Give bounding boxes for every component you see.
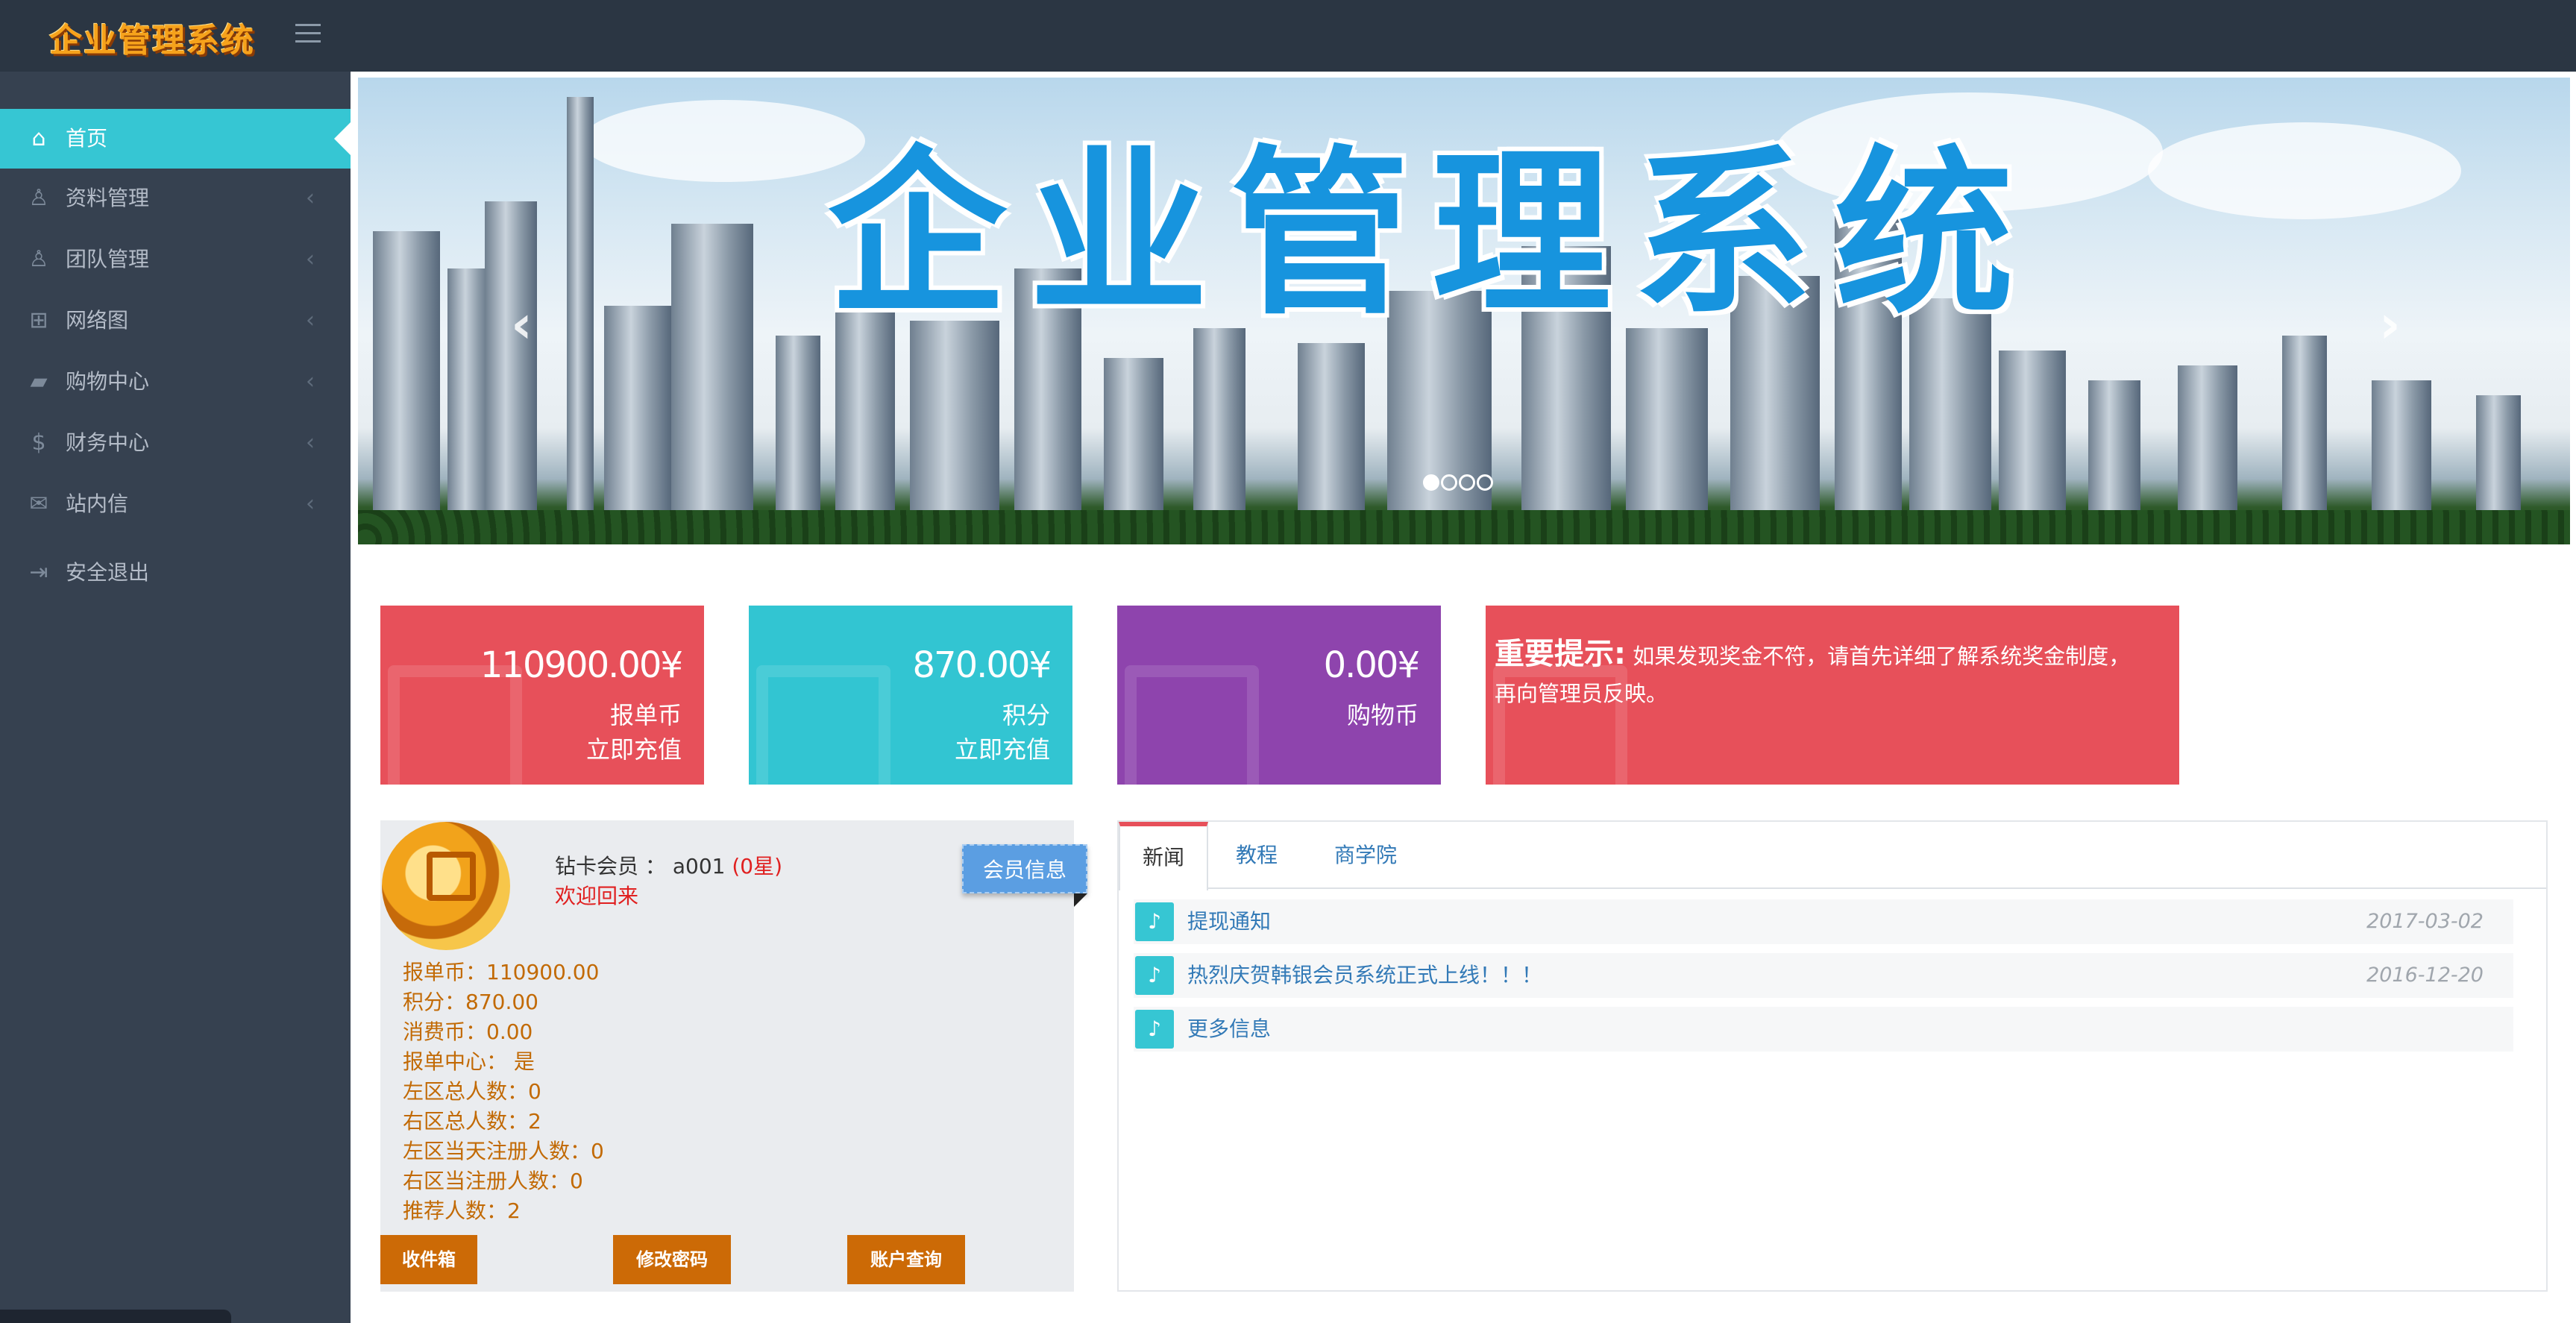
sidebar-item-home[interactable]: ⌂ 首页 [0,109,351,169]
banner-title: 企业管理系统 [827,130,2036,339]
sidebar-item-messages[interactable]: ✉ 站内信 ‹ [0,474,351,534]
carousel-dot[interactable] [1459,474,1475,491]
sidebar-item-label: 财务中心 [66,430,150,455]
change-password-button[interactable]: 修改密码 [613,1235,731,1284]
member-username: a001 [672,854,726,879]
news-tabs: 新闻 教程 商学院 [1119,822,2546,890]
stat-card-shopping-coin[interactable]: 0.00¥ 购物币 [1117,606,1441,785]
account-query-button[interactable]: 账户查询 [847,1235,965,1284]
chevron-left-icon: ‹ [306,491,315,517]
member-stars: (0星) [732,854,783,879]
sidebar-item-label: 站内信 [66,491,129,516]
stat-left-today: 左区当天注册人数：0 [403,1139,604,1163]
users-icon: ♙ [28,246,49,272]
stat-consume-coin: 消费币：0.00 [403,1019,533,1044]
tab-business-school[interactable]: 商学院 [1310,822,1421,889]
news-more-link[interactable]: 更多信息 [1187,1014,1271,1044]
sidebar-item-label: 购物中心 [66,369,150,394]
tab-news[interactable]: 新闻 [1119,822,1208,890]
stat-value: 0.00¥ [1323,644,1420,686]
stat-label: 积分 [1002,701,1050,729]
sidebar-item-label: 安全退出 [66,560,150,585]
chevron-left-icon: ‹ [306,246,315,272]
envelope-icon: ✉ [29,491,48,517]
notice-title: 重要提示: [1495,637,1626,671]
stat-value: 110900.00¥ [480,644,683,686]
carousel-dot[interactable] [1423,474,1439,491]
ribbon-fold [1074,893,1087,907]
sidebar-item-label: 网络图 [66,308,129,333]
member-level: 钻卡会员 [555,854,639,879]
carousel-prev-icon[interactable]: ‹ [511,294,533,355]
avatar [382,822,510,950]
bell-icon: ♪ [1135,902,1174,941]
bell-icon: ♪ [1135,1010,1174,1049]
sidebar-item-team[interactable]: ♙ 团队管理 ‹ [0,230,351,289]
stat-value: 870.00¥ [912,644,1052,686]
stat-order-center: 报单中心： 是 [403,1049,535,1074]
news-title[interactable]: 提现通知 [1187,907,1271,937]
recharge-link[interactable]: 立即充值 [955,731,1050,765]
stat-card-points[interactable]: 870.00¥ 积分 立即充值 [749,606,1072,785]
logout-icon: ⇥ [29,559,48,585]
news-date: 2017-03-02 [2366,910,2484,933]
dollar-icon: $ [31,430,46,456]
sidebar-item-logout[interactable]: ⇥ 安全退出 [0,543,351,603]
sidebar-item-label: 首页 [66,126,108,151]
menu-toggle-icon[interactable] [295,24,321,46]
sidebar-item-profile[interactable]: ♙ 资料管理 ‹ [0,169,351,228]
truck-icon: ▰ [30,368,48,395]
stat-label: 购物币 [1346,701,1419,729]
notice-text-line1: 如果发现奖金不符，请首先详细了解系统奖金制度， [1633,644,2131,669]
app-logo[interactable]: 企业管理系统 [49,13,255,61]
home-icon: ⌂ [31,125,46,151]
sidebar-item-shopping[interactable]: ▰ 购物中心 ‹ [0,352,351,412]
news-item[interactable]: ♪ 热烈庆贺韩银会员系统正式上线！！！ 2016-12-20 [1134,953,2513,998]
sidebar: ⌂ 首页 ♙ 资料管理 ‹ ♙ 团队管理 ‹ ⊞ 网络图 ‹ ▰ 购物中心 ‹ … [0,72,351,1323]
user-icon: ♙ [28,185,49,211]
notice-text-line2: 再向管理员反映。 [1495,681,1668,706]
news-date: 2016-12-20 [2366,964,2484,987]
sidebar-item-finance[interactable]: $ 财务中心 ‹ [0,413,351,473]
top-header: 企业管理系统 [0,0,2576,72]
chevron-left-icon: ‹ [306,185,315,211]
stat-right-total: 右区总人数：2 [403,1109,541,1134]
carousel-indicators [1423,474,1495,494]
sidebar-item-label: 团队管理 [66,247,150,271]
carousel-dot[interactable] [1477,474,1493,491]
notice-card: 重要提示: 如果发现奖金不符，请首先详细了解系统奖金制度， 再向管理员反映。 [1486,606,2179,785]
status-tooltip [0,1310,231,1323]
stat-points: 积分：870.00 [403,990,538,1014]
bell-icon: ♪ [1135,956,1174,995]
member-info-ribbon: 会员信息 [962,844,1087,893]
chevron-left-icon: ‹ [306,368,315,395]
news-panel: 新闻 教程 商学院 ♪ 提现通知 2017-03-02 ♪ 热烈庆贺韩银会员系统… [1117,820,2548,1292]
carousel-next-icon[interactable]: › [2379,294,2401,355]
member-stats: 报单币：110900.00 积分：870.00 消费币：0.00 报单中心： 是… [403,958,604,1226]
chevron-left-icon: ‹ [306,307,315,333]
carousel-dot[interactable] [1441,474,1457,491]
sidebar-item-label: 资料管理 [66,186,150,210]
news-title[interactable]: 热烈庆贺韩银会员系统正式上线！！！ [1187,961,1542,990]
banner-carousel[interactable]: 企业管理系统 ‹ › [358,78,2570,544]
member-name: 钻卡会员 ： a001 (0星) [555,850,782,880]
chevron-left-icon: ‹ [306,430,315,456]
stat-left-total: 左区总人数：0 [403,1079,541,1104]
stat-label: 报单币 [609,701,682,729]
stat-card-order-coin[interactable]: 110900.00¥ 报单币 立即充值 [380,606,704,785]
member-panel: 钻卡会员 ： a001 (0星) 欢迎回来 会员信息 报单币：110900.00… [380,820,1087,1292]
tab-tutorial[interactable]: 教程 [1216,822,1298,889]
member-separator: ： [644,854,666,879]
stat-order-coin: 报单币：110900.00 [403,960,600,984]
stat-referrals: 推荐人数：2 [403,1198,521,1223]
sidebar-item-network[interactable]: ⊞ 网络图 ‹ [0,291,351,351]
recharge-link[interactable]: 立即充值 [586,731,682,765]
stat-right-today: 右区当注册人数：0 [403,1169,583,1193]
sitemap-icon: ⊞ [29,307,48,333]
news-item[interactable]: ♪ 更多信息 [1134,1007,2513,1052]
news-item[interactable]: ♪ 提现通知 2017-03-02 [1134,899,2513,944]
welcome-text: 欢迎回来 [555,884,639,908]
inbox-button[interactable]: 收件箱 [380,1235,477,1284]
